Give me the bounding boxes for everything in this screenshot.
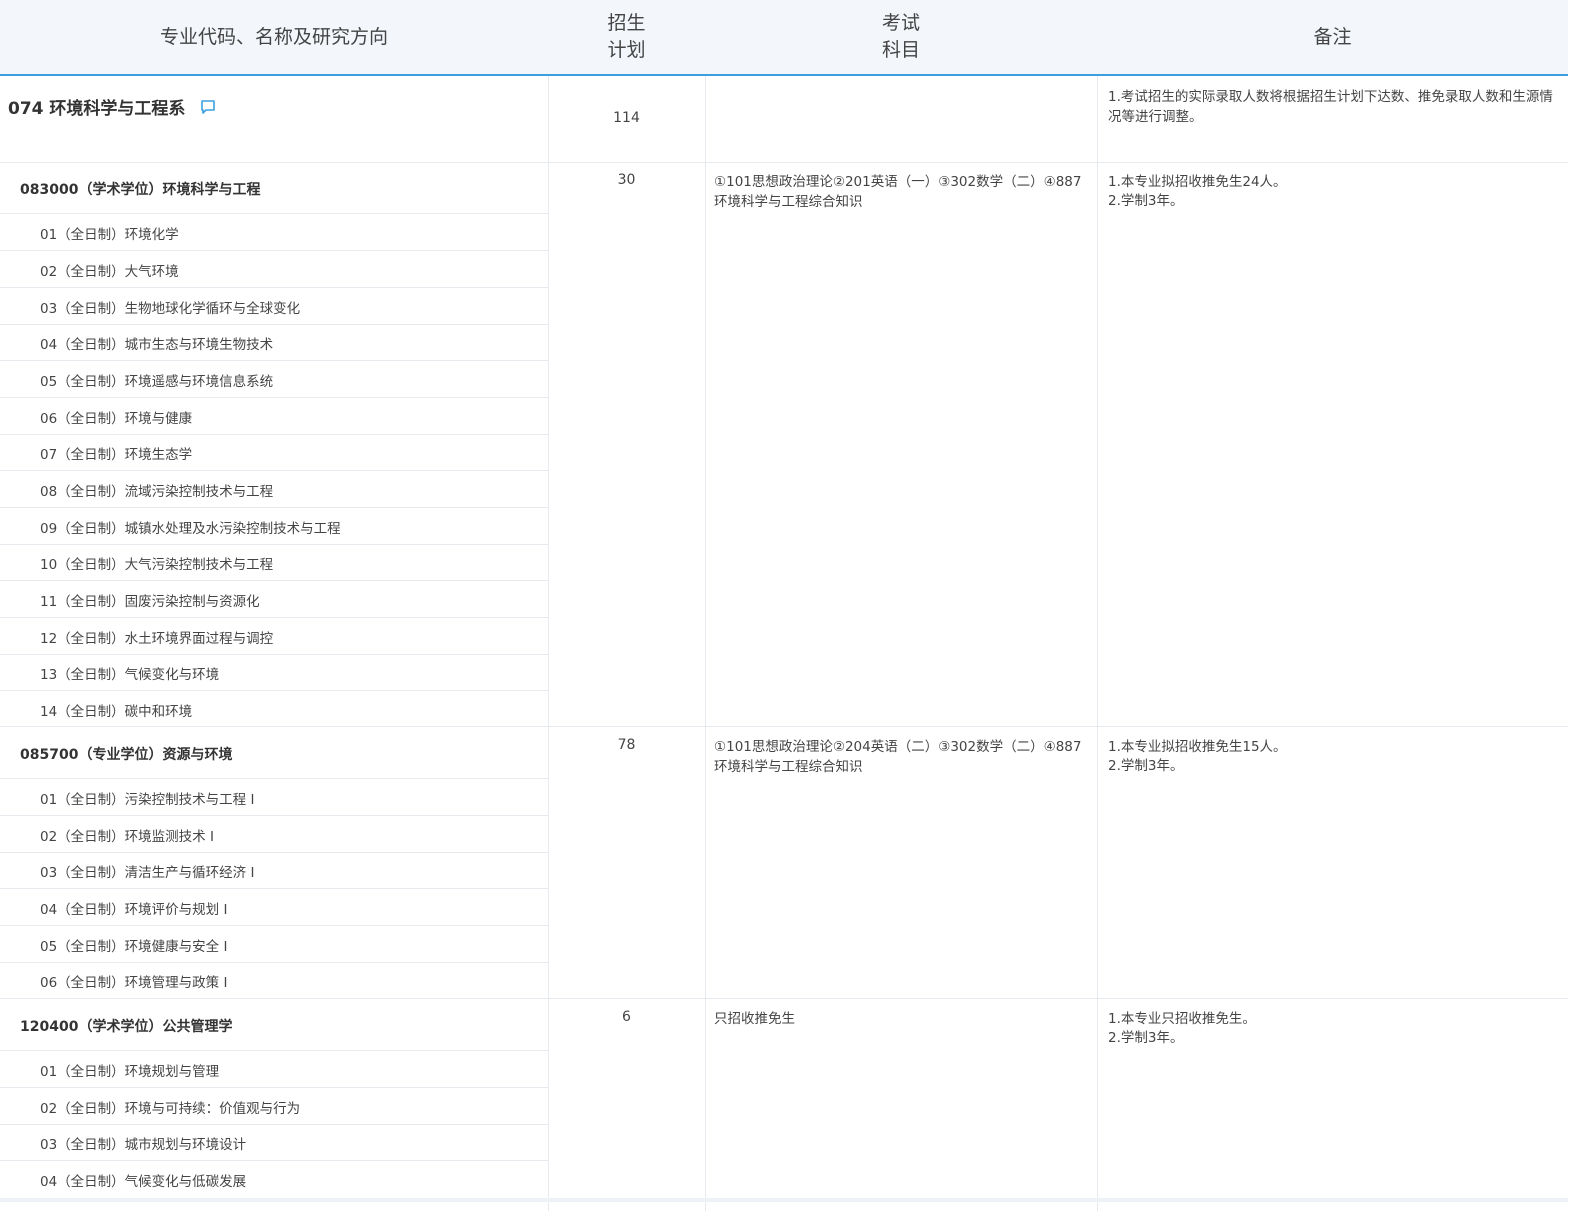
program-note-line: 1.本专业拟招收推免生24人。 — [1108, 174, 1287, 190]
direction-label: 01（全日制）环境化学 — [40, 227, 179, 243]
direction-label: 14（全日制）碳中和环境 — [40, 704, 193, 720]
direction-item: 10（全日制）大气污染控制技术与工程 — [0, 544, 548, 581]
direction-item: 06（全日制）环境管理与政策 I — [0, 962, 548, 998]
program-note-line: 2.学制3年。 — [1108, 1030, 1184, 1046]
direction-item: 06（全日制）环境与健康 — [0, 398, 548, 435]
program-note-line: 1.本专业只招收推免生。 — [1108, 1011, 1256, 1027]
direction-item: 01（全日制）污染控制技术与工程 I — [0, 779, 548, 816]
direction-item: 02（全日制）大气环境 — [0, 251, 548, 288]
program-row: 120400（学术学位）公共管理学 01（全日制）环境规划与管理 02（全日制）… — [0, 999, 1568, 1197]
direction-label: 12（全日制）水土环境界面过程与调控 — [40, 631, 274, 647]
direction-label: 08（全日制）流域污染控制技术与工程 — [40, 484, 274, 500]
direction-item: 13（全日制）气候变化与环境 — [0, 654, 548, 691]
direction-label: 02（全日制）环境监测技术 I — [40, 829, 214, 845]
program-note: 1.本专业只招收推免生。 2.学制3年。 — [1108, 1010, 1558, 1048]
department-note: 1.考试招生的实际录取人数将根据招生计划下达数、推免录取人数和生源情况等进行调整… — [1108, 89, 1553, 125]
department-row: 074 环境科学与工程系 114 1.考试招生的实际录取人数将根据招生计划下达数… — [0, 76, 1568, 163]
direction-label: 07（全日制）环境生态学 — [40, 447, 193, 463]
direction-item: 08（全日制）流域污染控制技术与工程 — [0, 471, 548, 508]
direction-label: 06（全日制）环境管理与政策 I — [40, 975, 228, 991]
program-exam: ①101思想政治理论②201英语（一）③302数学（二）④887环境科学与工程综… — [714, 174, 1082, 210]
program-plan: 30 — [617, 172, 636, 188]
program-title: 085700（专业学位）资源与环境 — [20, 747, 233, 763]
admissions-table: 专业代码、名称及研究方向 招生 计划 考试 科目 备注 074 环境科学与工程系… — [0, 0, 1583, 1211]
direction-item: 04（全日制）城市生态与环境生物技术 — [0, 324, 548, 361]
department-name: 074 环境科学与工程系 — [8, 99, 186, 119]
program-row: 083000（学术学位）环境科学与工程 01（全日制）环境化学 02（全日制）大… — [0, 162, 1568, 727]
direction-label: 05（全日制）环境遥感与环境信息系统 — [40, 374, 274, 390]
program-row: 085700（专业学位）资源与环境 01（全日制）污染控制技术与工程 I 02（… — [0, 727, 1568, 999]
direction-item: 03（全日制）城市规划与环境设计 — [0, 1124, 548, 1161]
direction-item: 11（全日制）固废污染控制与资源化 — [0, 581, 548, 618]
program-title: 120400（学术学位）公共管理学 — [20, 1019, 233, 1035]
direction-item: 04（全日制）环境评价与规划 I — [0, 889, 548, 926]
program-note-line: 2.学制3年。 — [1108, 758, 1184, 774]
table-bottom-border — [0, 1198, 1568, 1202]
header-major: 专业代码、名称及研究方向 — [0, 0, 548, 74]
direction-label: 11（全日制）固废污染控制与资源化 — [40, 594, 260, 610]
direction-item: 01（全日制）环境规划与管理 — [0, 1051, 548, 1088]
header-note: 备注 — [1097, 0, 1568, 74]
direction-label: 01（全日制）污染控制技术与工程 I — [40, 792, 255, 808]
direction-label: 09（全日制）城镇水处理及水污染控制技术与工程 — [40, 521, 341, 537]
program-exam: 只招收推免生 — [714, 1011, 795, 1027]
direction-item: 02（全日制）环境与可持续：价值观与行为 — [0, 1088, 548, 1125]
program-note: 1.本专业拟招收推免生15人。 2.学制3年。 — [1108, 738, 1558, 776]
direction-label: 03（全日制）城市规划与环境设计 — [40, 1137, 247, 1153]
direction-label: 06（全日制）环境与健康 — [40, 411, 193, 427]
direction-item: 07（全日制）环境生态学 — [0, 434, 548, 471]
program-plan: 78 — [617, 737, 636, 753]
direction-label: 03（全日制）清洁生产与循环经济 I — [40, 865, 255, 881]
program-note-line: 1.本专业拟招收推免生15人。 — [1108, 739, 1287, 755]
direction-item: 14（全日制）碳中和环境 — [0, 691, 548, 727]
header-plan: 招生 计划 — [548, 0, 705, 74]
direction-item: 01（全日制）环境化学 — [0, 214, 548, 251]
program-plan: 6 — [622, 1009, 631, 1025]
direction-label: 04（全日制）环境评价与规划 I — [40, 902, 228, 918]
program-note: 1.本专业拟招收推免生24人。 2.学制3年。 — [1108, 173, 1558, 211]
program-exam: ①101思想政治理论②204英语（二）③302数学（二）④887环境科学与工程综… — [714, 739, 1082, 775]
direction-label: 13（全日制）气候变化与环境 — [40, 667, 220, 683]
direction-item: 09（全日制）城镇水处理及水污染控制技术与工程 — [0, 508, 548, 545]
direction-label: 04（全日制）气候变化与低碳发展 — [40, 1174, 247, 1190]
direction-item: 05（全日制）环境健康与安全 I — [0, 926, 548, 963]
direction-label: 04（全日制）城市生态与环境生物技术 — [40, 337, 274, 353]
direction-label: 02（全日制）环境与可持续：价值观与行为 — [40, 1101, 301, 1117]
comment-icon[interactable] — [199, 98, 217, 116]
direction-label: 05（全日制）环境健康与安全 I — [40, 939, 228, 955]
direction-label: 02（全日制）大气环境 — [40, 264, 179, 280]
header-plan-line1: 招生 — [607, 12, 646, 34]
department-title: 074 环境科学与工程系 — [8, 94, 217, 119]
direction-label: 10（全日制）大气污染控制技术与工程 — [40, 557, 274, 573]
table-header: 专业代码、名称及研究方向 招生 计划 考试 科目 备注 — [0, 0, 1568, 76]
direction-item: 03（全日制）清洁生产与循环经济 I — [0, 852, 548, 889]
direction-item: 04（全日制）气候变化与低碳发展 — [0, 1161, 548, 1197]
program-title: 083000（学术学位）环境科学与工程 — [20, 182, 261, 198]
direction-label: 01（全日制）环境规划与管理 — [40, 1064, 220, 1080]
direction-item: 12（全日制）水土环境界面过程与调控 — [0, 618, 548, 655]
header-plan-line2: 计划 — [607, 39, 646, 61]
header-major-label: 专业代码、名称及研究方向 — [159, 25, 388, 48]
department-plan: 114 — [613, 110, 640, 126]
header-note-label: 备注 — [1313, 25, 1352, 48]
direction-item: 03（全日制）生物地球化学循环与全球变化 — [0, 288, 548, 325]
direction-item: 02（全日制）环境监测技术 I — [0, 816, 548, 853]
program-note-line: 2.学制3年。 — [1108, 193, 1184, 209]
header-exam-line1: 考试 — [881, 12, 920, 34]
header-exam: 考试 科目 — [705, 0, 1097, 74]
direction-label: 03（全日制）生物地球化学循环与全球变化 — [40, 301, 301, 317]
header-exam-line2: 科目 — [881, 39, 920, 61]
direction-item: 05（全日制）环境遥感与环境信息系统 — [0, 361, 548, 398]
